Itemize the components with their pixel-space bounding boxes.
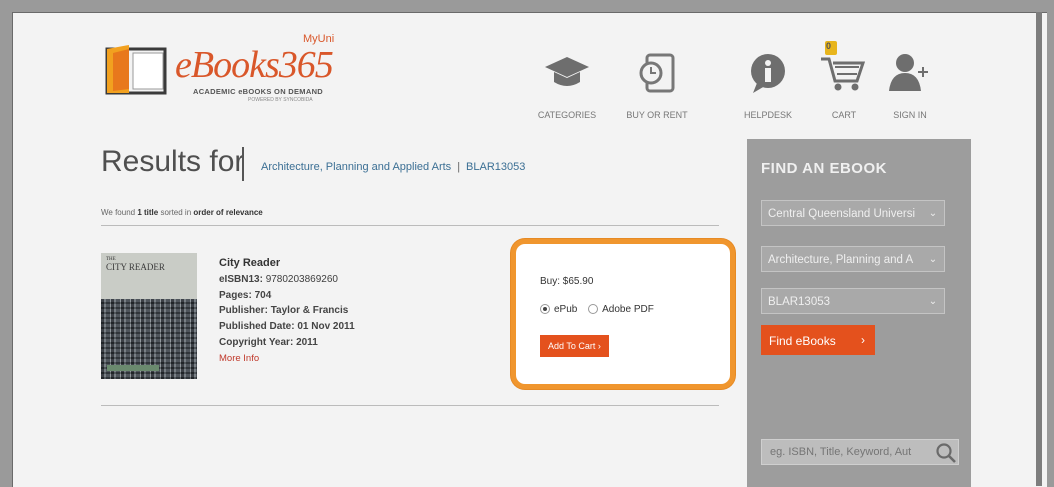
more-info-link[interactable]: More Info	[219, 351, 355, 367]
page-title: Results for	[101, 145, 245, 178]
cover-title-text: CITY READER	[106, 262, 165, 272]
brand-tagline: ACADEMIC eBOOKS ON DEMAND	[193, 87, 324, 96]
pages-label: Pages:	[219, 289, 252, 301]
book-details: City Reader eISBN13: 9780203869260 Pages…	[219, 256, 355, 367]
category-select[interactable]: Architecture, Planning and A ⌄	[761, 246, 945, 272]
brand-powered-by: POWERED BY SYNCOBIDA	[248, 97, 313, 103]
info-icon	[751, 54, 785, 93]
format-options: ePub Adobe PDF	[540, 304, 662, 315]
find-ebook-sidebar: FIND AN EBOOK Central Queensland Univers…	[747, 139, 971, 487]
user-add-icon	[889, 54, 928, 91]
book-cover-image[interactable]: THE CITY READER	[101, 253, 197, 379]
chevron-down-icon: ⌄	[926, 289, 940, 313]
purchase-panel: Buy: $65.90 ePub Adobe PDF Add To Cart ›	[511, 239, 735, 389]
epub-radio[interactable]	[540, 304, 550, 315]
eisbn-value: 9780203869260	[265, 273, 338, 285]
breadcrumb-separator: |	[457, 161, 461, 173]
breadcrumb-category-link[interactable]: Architecture, Planning and Applied Arts	[261, 161, 451, 173]
format-option-pdf[interactable]: Adobe PDF	[588, 304, 654, 315]
brand-badge: MyUni	[303, 33, 335, 45]
copyright-value: 2011	[296, 336, 318, 348]
add-to-cart-label: Add To Cart	[548, 341, 596, 351]
pages-value: 704	[254, 289, 272, 301]
brand-name: eBooks365	[175, 44, 334, 86]
breadcrumb-course-link[interactable]: BLAR13053	[466, 161, 525, 173]
summary-prefix: We found	[101, 208, 138, 217]
chevron-right-icon: ›	[597, 341, 601, 351]
graduation-cap-icon	[545, 57, 589, 86]
category-value: Architecture, Planning and A	[768, 254, 914, 266]
nav-label-buy-or-rent: BUY OR RENT	[626, 110, 688, 120]
search-input[interactable]	[761, 439, 959, 465]
book-publisher: Publisher: Taylor & Francis	[219, 303, 355, 319]
course-select[interactable]: BLAR13053 ⌄	[761, 288, 945, 314]
epub-label: ePub	[554, 304, 578, 315]
search-icon[interactable]	[935, 442, 957, 464]
book-title[interactable]: City Reader	[219, 256, 355, 272]
summary-count: 1 title	[137, 208, 159, 217]
format-option-epub[interactable]: ePub	[540, 304, 577, 315]
copyright-label: Copyright Year:	[219, 336, 294, 348]
pdf-label: Adobe PDF	[602, 304, 654, 315]
cover-band	[107, 365, 159, 371]
find-ebooks-button[interactable]: Find eBooks ›	[761, 325, 875, 355]
published-value: 01 Nov 2011	[297, 321, 355, 333]
book-copyright: Copyright Year: 2011	[219, 335, 355, 351]
tablet-clock-icon	[639, 53, 675, 93]
divider	[101, 225, 719, 226]
summary-order: order of relevance	[193, 208, 263, 217]
book-published-date: Published Date: 01 Nov 2011	[219, 319, 355, 335]
chevron-down-icon: ⌄	[926, 201, 940, 225]
book-logo-icon	[105, 45, 167, 95]
published-label: Published Date:	[219, 321, 295, 333]
nav-label-helpdesk: HELPDESK	[743, 110, 793, 120]
publisher-label: Publisher:	[219, 305, 268, 317]
book-pages: Pages: 704	[219, 288, 355, 304]
cart-count-badge: 0	[826, 41, 832, 51]
nav-label-sign-in: SIGN IN	[893, 110, 927, 120]
institution-select[interactable]: Central Queensland Universi ⌄	[761, 200, 945, 226]
results-summary: We found 1 title sorted in order of rele…	[101, 208, 263, 217]
find-ebooks-label: Find eBooks	[769, 334, 836, 348]
course-value: BLAR13053	[768, 296, 831, 308]
scrollbar[interactable]	[1036, 12, 1042, 486]
nav-label-categories: CATEGORIES	[537, 110, 597, 120]
chevron-right-icon: ›	[861, 333, 865, 347]
breadcrumb: Architecture, Planning and Applied Arts |…	[261, 161, 525, 173]
pdf-radio[interactable]	[588, 304, 599, 315]
title-divider	[242, 147, 244, 181]
chevron-down-icon: ⌄	[926, 247, 940, 271]
divider	[101, 405, 719, 406]
publisher-value: Taylor & Francis	[270, 305, 349, 317]
eisbn-label: eISBN13:	[219, 273, 263, 285]
site-logo[interactable]: eBooks365 MyUni ACADEMIC eBOOKS ON DEMAN…	[103, 31, 343, 111]
browser-page: eBooks365 MyUni ACADEMIC eBOOKS ON DEMAN…	[12, 12, 1047, 487]
institution-value: Central Queensland Universi	[768, 208, 916, 220]
sidebar-title: FIND AN EBOOK	[761, 160, 887, 177]
book-eisbn: eISBN13: 9780203869260	[219, 272, 355, 288]
buy-price: Buy: $65.90	[540, 276, 594, 287]
add-to-cart-button[interactable]: Add To Cart ›	[540, 335, 609, 357]
summary-mid: sorted in	[158, 208, 194, 217]
